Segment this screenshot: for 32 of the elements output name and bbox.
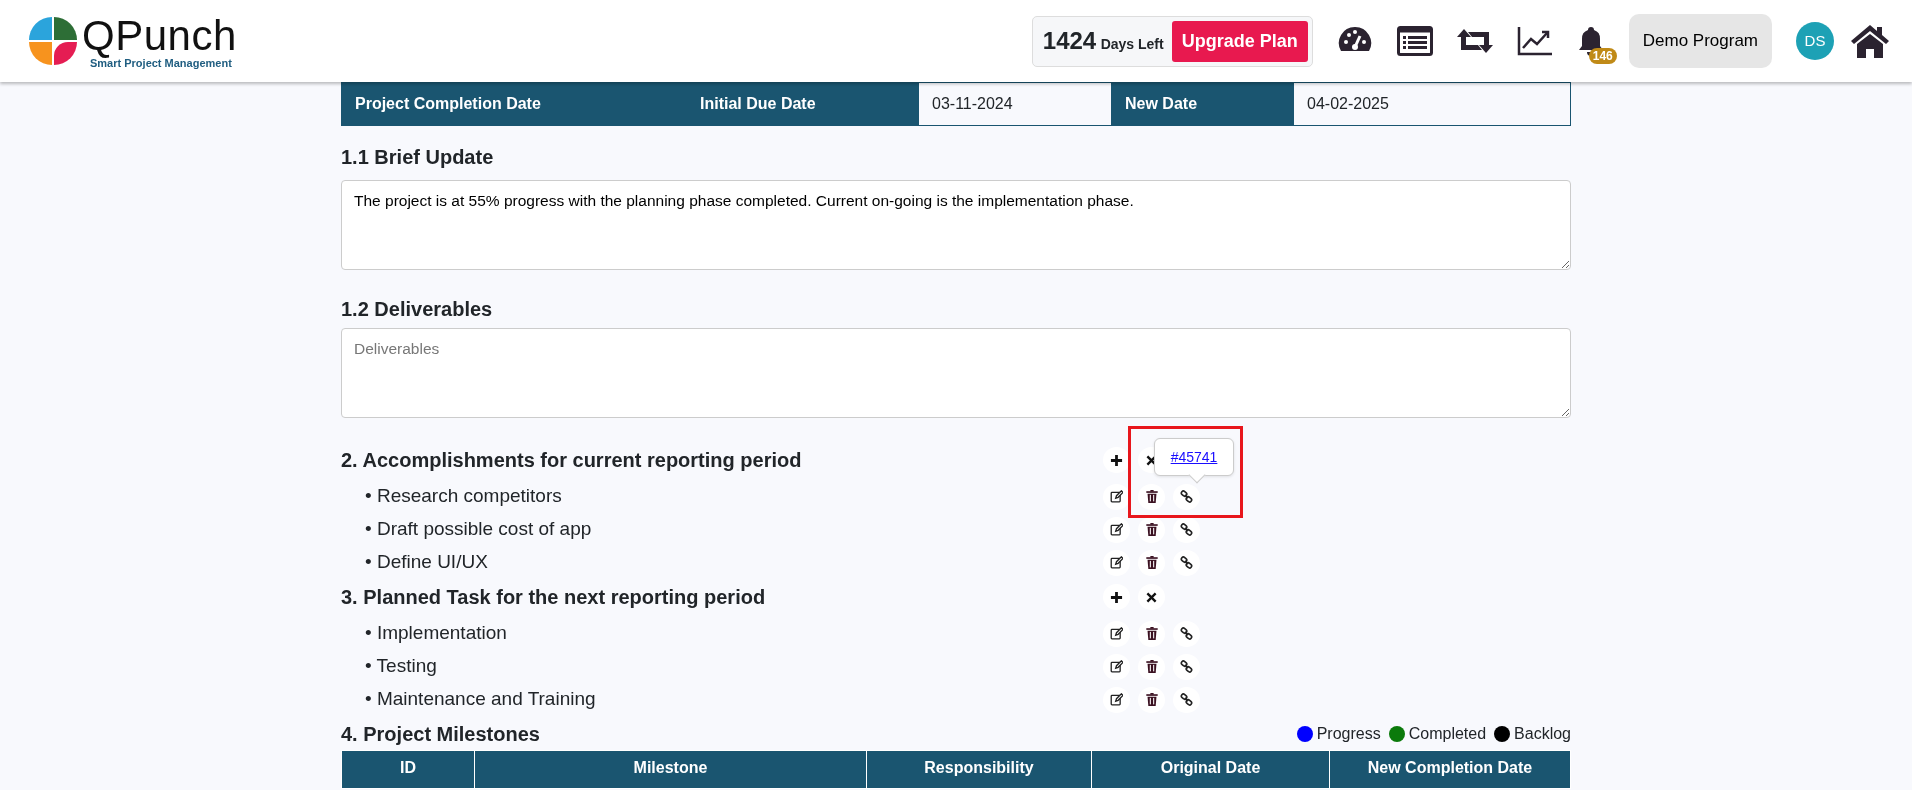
task-link[interactable]: #45741 xyxy=(1170,446,1218,468)
task-item: • Maintenance and Training xyxy=(365,687,597,712)
legend-label: Backlog xyxy=(1514,724,1571,744)
section-heading: 4. Project Milestones xyxy=(341,722,540,747)
table-header-cell: New Date xyxy=(1111,82,1294,126)
section-heading: 1.1 Brief Update xyxy=(341,145,495,170)
table-header-cell: Project Completion Date xyxy=(341,82,687,126)
column-header: Original Date xyxy=(1091,750,1330,789)
column-header: Responsibility xyxy=(866,750,1092,789)
table-cell: 03-11-2024 xyxy=(918,82,1112,126)
section-heading: 2. Accomplishments for current reporting period xyxy=(341,448,803,473)
notification-badge: 146 xyxy=(1588,47,1617,64)
upgrade-button[interactable]: Upgrade Plan xyxy=(1171,20,1308,62)
task-item: • Define UI/UX xyxy=(365,550,489,575)
task-item: • Research competitors xyxy=(365,484,563,509)
legend-label: Progress xyxy=(1316,724,1381,744)
column-header: ID xyxy=(341,750,475,789)
column-header: New Completion Date xyxy=(1329,750,1571,789)
section-heading: 3. Planned Task for the next reporting period xyxy=(341,585,767,610)
deliverables-field[interactable]: Deliverables xyxy=(341,328,1571,418)
task-item: • Implementation xyxy=(365,621,508,646)
table-cell: 04-02-2025 xyxy=(1293,82,1571,126)
task-item: • Draft possible cost of app xyxy=(365,517,593,542)
legend-label: Completed xyxy=(1408,724,1487,744)
brief-update-field[interactable]: The project is at 55% progress with the planning phase completed. Current on-going is the implementation phase. xyxy=(341,180,1571,270)
logo-name: QPunch xyxy=(82,10,237,59)
task-item: • Testing xyxy=(365,654,438,679)
days-left-text: 1424 Days Left xyxy=(1042,26,1164,56)
section-heading: 1.2 Deliverables xyxy=(341,297,494,322)
program-selector-button[interactable]: Demo Program xyxy=(1628,14,1772,68)
table-header-cell: Initial Due Date xyxy=(686,82,919,126)
column-header: Milestone xyxy=(474,750,867,789)
